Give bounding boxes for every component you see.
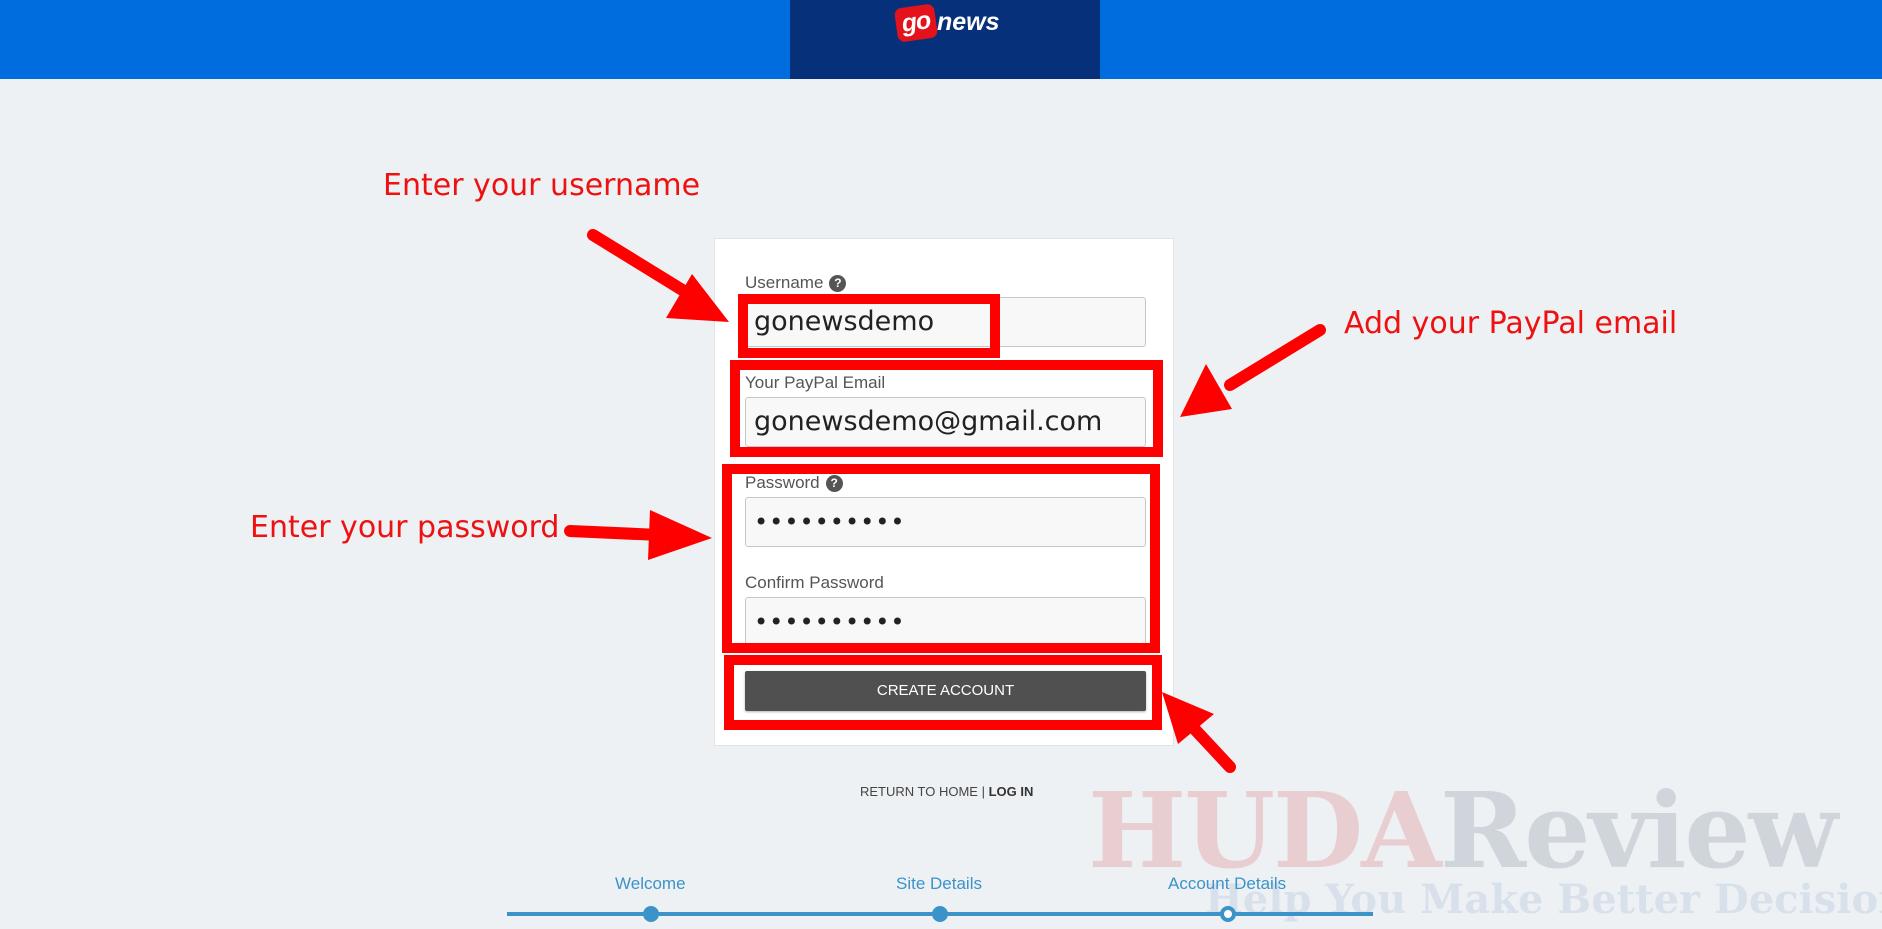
annotation-arrows — [564, 229, 1326, 773]
arrow-to-password — [564, 525, 666, 541]
arrowhead-email — [1180, 364, 1232, 417]
arrow-to-username — [587, 229, 690, 297]
arrow-to-email — [1224, 324, 1326, 391]
arrowhead-password — [648, 510, 712, 560]
